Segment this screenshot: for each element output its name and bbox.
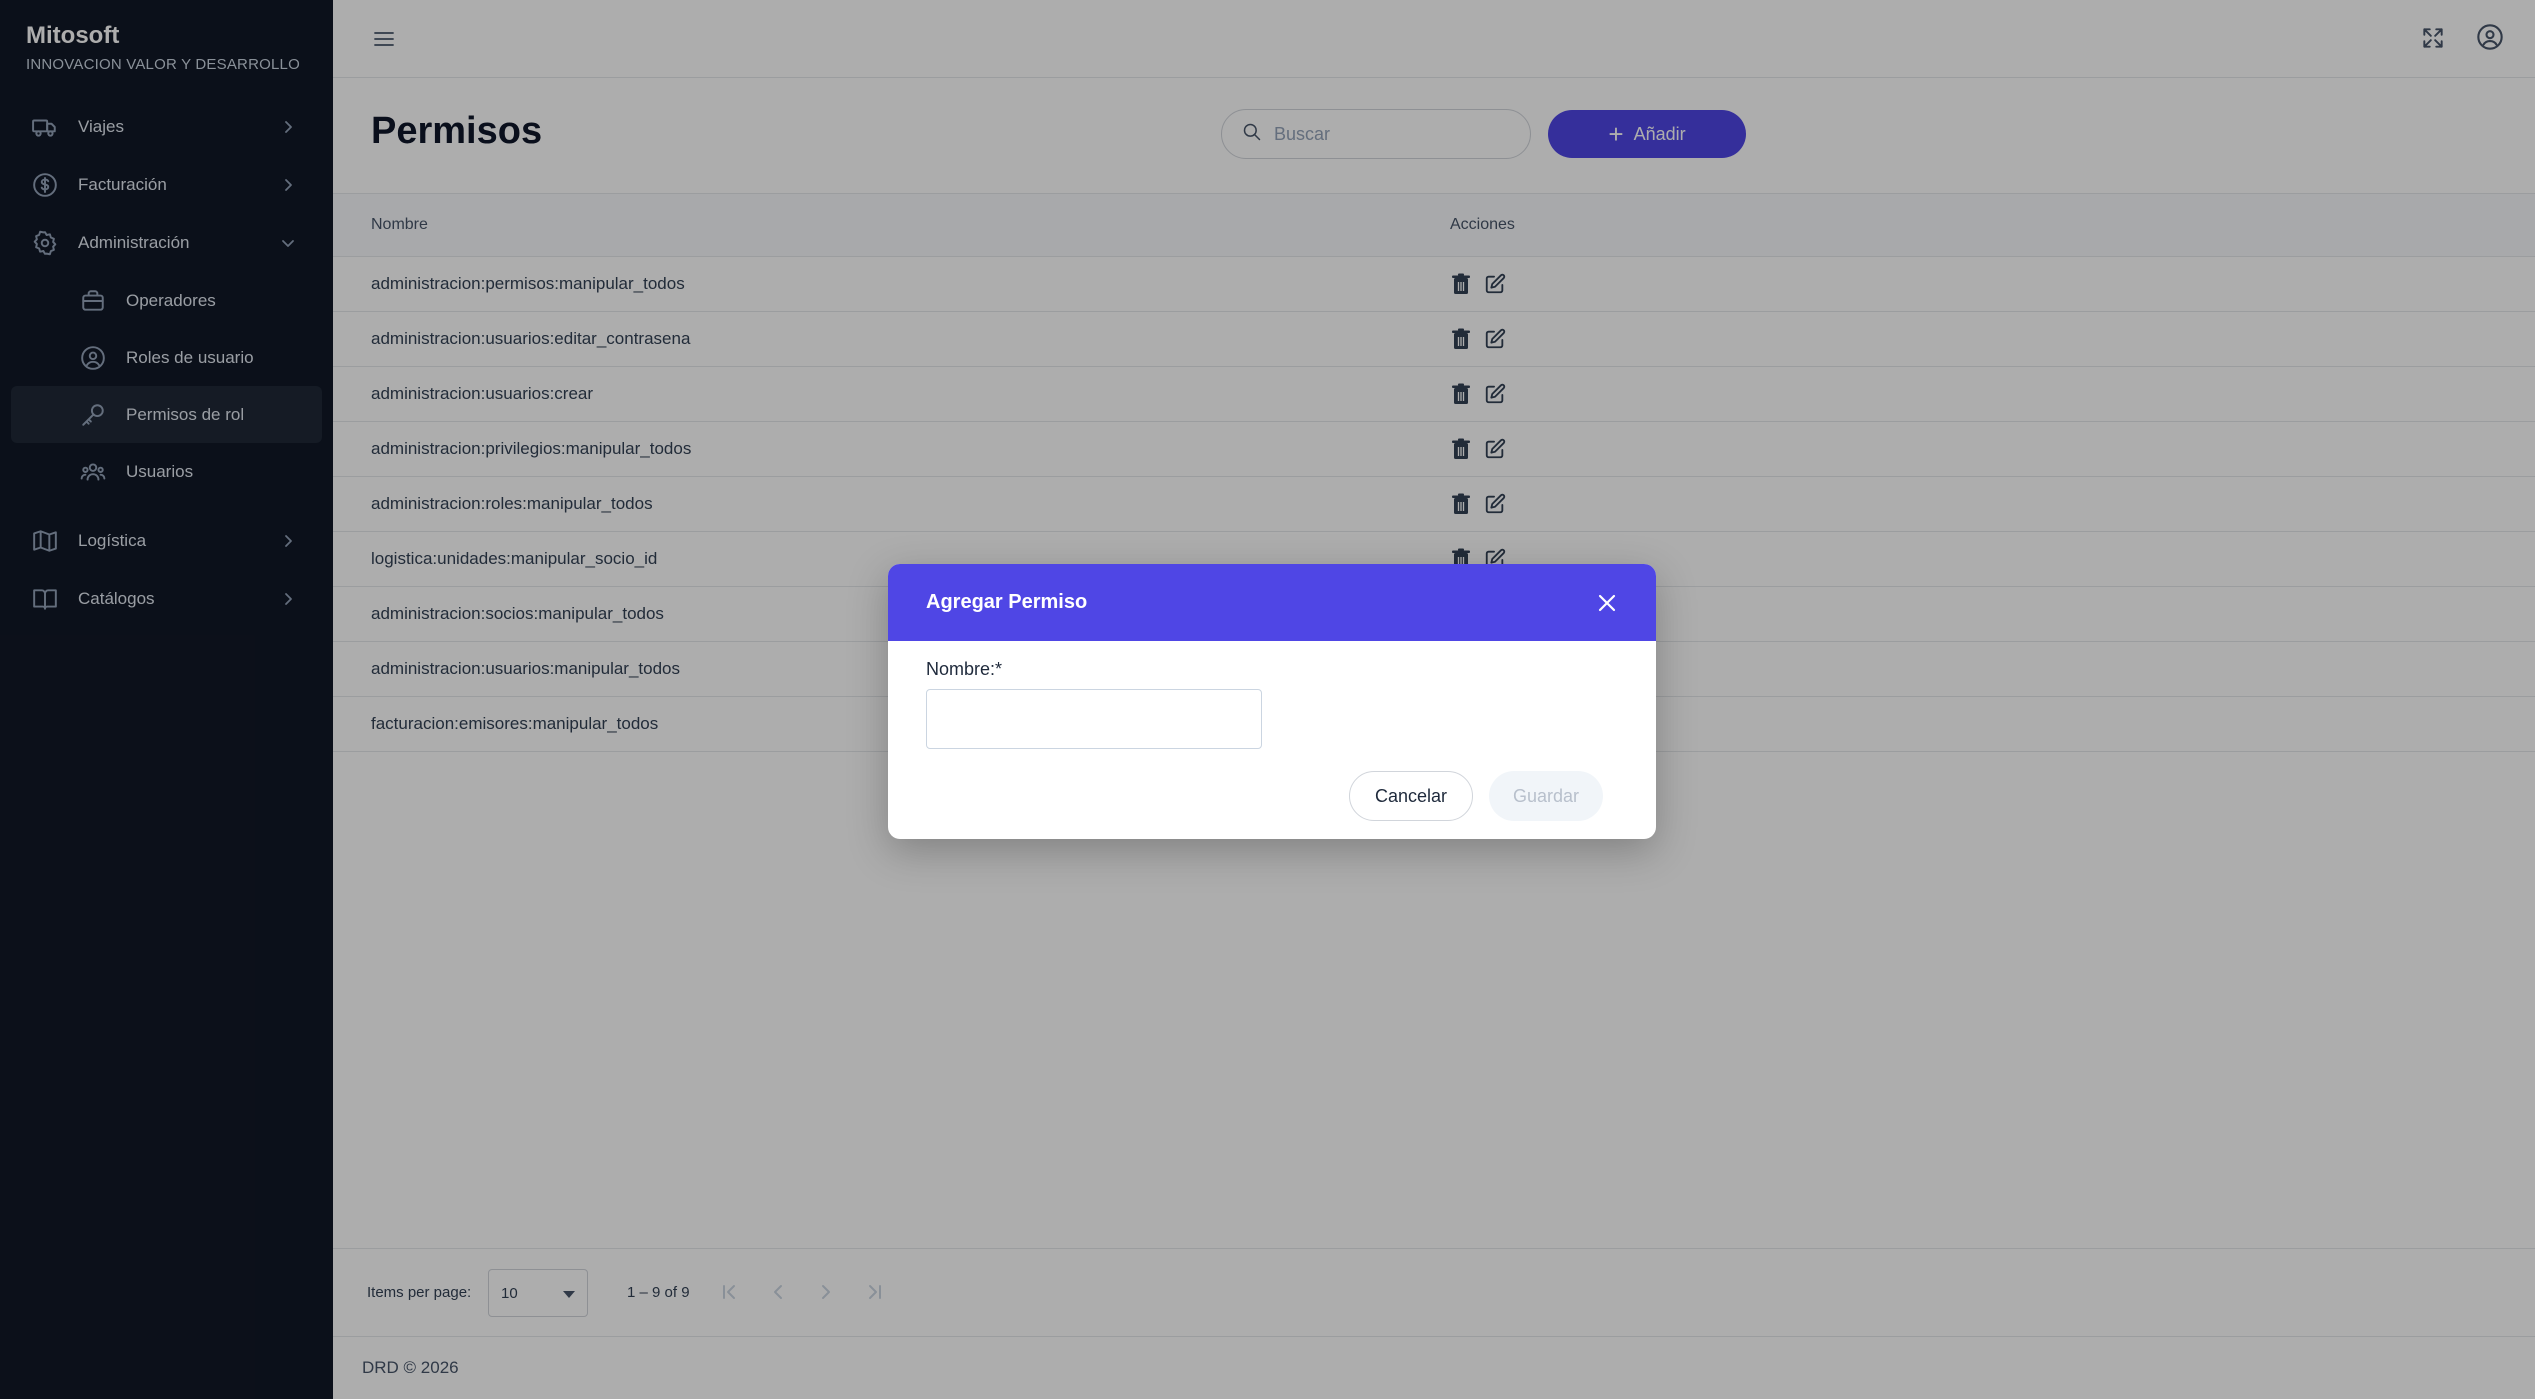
- add-permission-dialog: Agregar Permiso Nombre:* Cancelar Guarda…: [888, 564, 1656, 839]
- nombre-input[interactable]: [926, 689, 1262, 749]
- cancel-button[interactable]: Cancelar: [1349, 771, 1473, 821]
- dialog-title: Agregar Permiso: [926, 591, 1088, 613]
- save-button[interactable]: Guardar: [1489, 771, 1603, 821]
- dialog-header: Agregar Permiso: [888, 564, 1656, 641]
- close-icon[interactable]: [1594, 590, 1620, 616]
- nombre-field-label: Nombre:*: [926, 659, 1003, 679]
